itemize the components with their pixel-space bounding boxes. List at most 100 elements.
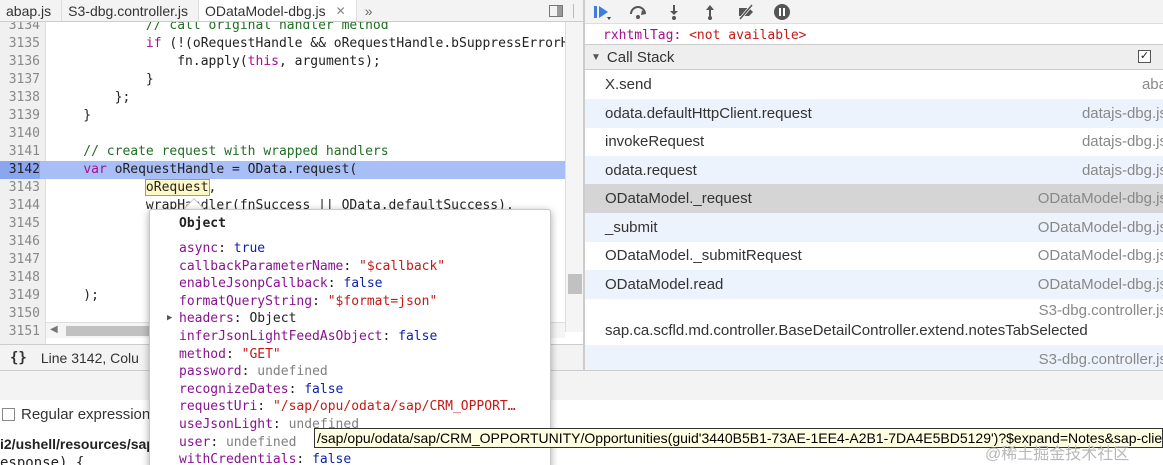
line-number[interactable]: 3143 [0,179,40,197]
frame-location-link[interactable]: datajs-dbg.js [1082,162,1163,179]
tab-abap-js[interactable]: abap.js [0,0,63,21]
pretty-print-button[interactable]: {} [10,350,27,366]
source-tab-bar: abap.js S3-dbg.controller.js ODataModel-… [0,0,583,22]
frame-location-link[interactable]: ODataModel-dbg.js [1038,276,1163,293]
search-result-line[interactable]: esponse) { [0,455,84,465]
debugger-toolbar [585,0,1163,24]
property-separator: : [296,452,313,465]
call-stack-frame[interactable]: ODataModel._request ODataModel-dbg.js [585,184,1163,213]
line-number[interactable]: 3151 [0,323,40,341]
pause-on-exceptions-icon[interactable] [771,2,793,22]
line-number[interactable]: 3149 [0,287,40,305]
toggle-debugger-sidebar-icon[interactable] [547,0,565,21]
code-line[interactable]: 3138 }; [0,89,565,107]
expand-triangle-icon[interactable]: ▶ [167,310,172,327]
step-into-icon[interactable] [663,2,685,22]
property-separator: : [312,293,328,309]
regex-option[interactable]: Regular expression [0,402,150,426]
property-value: false [398,329,438,344]
step-out-icon[interactable] [699,2,721,22]
code-text: } [52,72,154,87]
frame-location-link[interactable]: ODataModel-dbg.js [1038,190,1163,207]
line-number[interactable]: 3137 [0,71,40,89]
line-number[interactable]: 3140 [0,125,40,143]
resume-icon[interactable] [591,2,613,22]
regex-label: Regular expression [21,405,151,423]
property-value: "$format=json" [327,293,438,309]
regex-checkbox[interactable] [2,407,15,421]
call-stack-frame[interactable]: odata.defaultHttpClient.request datajs-db… [585,98,1163,128]
property-key: method [179,346,226,362]
line-number[interactable]: 3134 [0,22,40,35]
call-stack-frame[interactable]: ODataModel.read ODataModel-dbg.js [585,269,1163,299]
code-line[interactable]: 3135 if (!(oRequestHandle && oRequestHan… [0,35,583,53]
call-stack-frame[interactable]: _submit ODataModel-dbg.js [585,212,1163,242]
line-number[interactable]: 3142 [0,161,40,179]
call-stack-frame[interactable]: sap.ca.scfld.md.controller.BaseDetailCon… [585,298,1163,344]
frame-location-link[interactable]: datajs-dbg.js [1082,133,1163,150]
async-checkbox[interactable]: ✓ [1138,50,1151,63]
code-line[interactable]: 3139 } [0,107,565,125]
vertical-scrollbar[interactable] [565,22,583,332]
code-line[interactable]: 3140 [0,125,565,143]
tab-s3-dbg-controller[interactable]: S3-dbg.controller.js [62,0,199,21]
frame-location-link[interactable]: S3-dbg.controller.js [1039,302,1163,319]
line-number[interactable]: 3141 [0,143,40,161]
cursor-position: Line 3142, Colu [40,349,139,366]
frame-location-link[interactable]: S3-dbg.controller.js [1039,351,1163,368]
code-text: fn.apply(this, arguments); [52,54,381,69]
call-stack-frame[interactable]: odata.request datajs-dbg.js [585,155,1163,185]
frame-function-name: X.send [605,76,652,93]
scope-variable-value: <not available> [689,28,807,43]
line-number[interactable]: 3150 [0,305,40,323]
line-number[interactable]: 3139 [0,107,40,125]
object-inspector-popover: Object async: true callbackParameterName:… [149,209,551,465]
property-value: false [304,381,344,397]
panel-divider-icon [565,0,583,21]
object-property: requestUri: "/sap/opu/odata/sap/CRM_OPPO… [179,398,516,415]
call-stack-frame[interactable]: ODataModel._submitRequest ODataModel-dbg.… [585,241,1163,270]
property-key: formatQueryString [179,293,313,309]
line-number[interactable]: 3135 [0,35,40,53]
property-separator: : [327,276,344,292]
frame-location-link[interactable]: datajs-dbg.js [1082,105,1163,122]
frame-location-link[interactable]: aba [1142,76,1163,93]
object-property[interactable]: ▶ headers: Object [167,310,296,327]
code-line[interactable]: 3142 var oRequestHandle = OData.request( [0,161,565,179]
code-line[interactable]: 3134 // call original handler method [0,22,565,35]
property-key: user [179,434,211,450]
line-number[interactable]: 3138 [0,89,40,107]
call-stack-frame[interactable]: X.send aba [585,70,1163,99]
call-stack-header[interactable]: ▼ Call Stack ✓ [585,44,1163,70]
code-text: var oRequestHandle = OData.request( [83,162,358,177]
close-tab-icon[interactable]: ✕ [336,4,346,18]
vertical-scroll-thumb[interactable] [568,274,582,294]
scroll-left-icon[interactable]: ◀ [50,324,58,335]
call-stack-frame[interactable]: S3-dbg.controller.js [585,345,1163,370]
call-stack-frame[interactable]: invokeRequest datajs-dbg.js [585,127,1163,156]
code-text: oRequest, [144,179,217,196]
code-text: if (!(oRequestHandle && oRequestHandle.b… [145,36,583,51]
search-result-file[interactable]: i2/ushell/resources/sap [0,436,155,452]
tab-overflow-button[interactable]: » [357,0,381,21]
step-over-icon[interactable] [627,2,649,22]
object-property: enableJsonpCallback: false [179,275,383,292]
line-number[interactable]: 3148 [0,269,40,287]
property-separator: : [257,399,273,415]
line-number[interactable]: 3136 [0,53,40,71]
line-number[interactable]: 3147 [0,251,40,269]
line-number[interactable]: 3144 [0,197,40,215]
line-number[interactable]: 3146 [0,233,40,251]
frame-function-name: _submit [605,218,658,236]
code-line[interactable]: 3136 fn.apply(this, arguments); [0,53,565,71]
deactivate-breakpoints-icon[interactable] [735,2,757,22]
property-separator: : [241,364,258,380]
code-line[interactable]: 3141 // create request with wrapped hand… [0,143,565,161]
frame-location-link[interactable]: ODataModel-dbg.js [1038,247,1163,264]
frame-location-link[interactable]: ODataModel-dbg.js [1038,219,1163,236]
line-number[interactable]: 3145 [0,215,40,233]
call-stack-title: Call Stack [606,48,675,66]
code-line[interactable]: 3143 oRequest, [0,179,565,197]
code-line[interactable]: 3137 } [0,71,565,89]
tab-odatamodel-dbg[interactable]: ODataModel-dbg.js ✕ [199,0,357,21]
